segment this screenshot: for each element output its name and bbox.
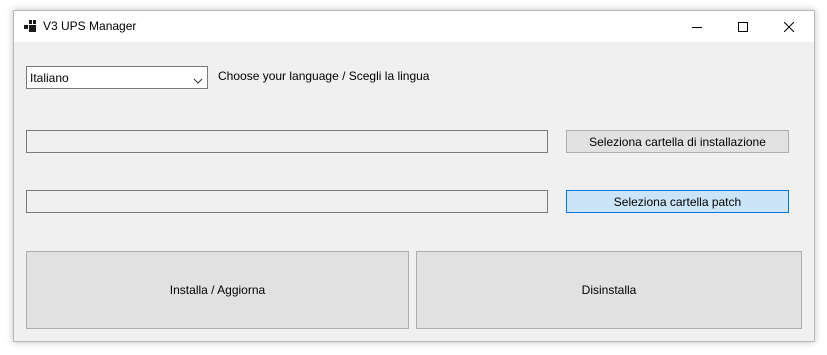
minimize-button[interactable] — [674, 11, 720, 42]
app-window: V3 UPS Manager Italiano Choose your lang… — [13, 10, 815, 342]
window-title: V3 UPS Manager — [43, 19, 137, 33]
uninstall-button[interactable]: Disinstalla — [416, 251, 802, 329]
app-icon — [24, 20, 36, 32]
minimize-icon — [692, 22, 702, 32]
select-install-folder-button[interactable]: Seleziona cartella di installazione — [566, 130, 789, 153]
maximize-button[interactable] — [720, 11, 766, 42]
install-update-button[interactable]: Installa / Aggiorna — [26, 251, 409, 329]
patch-folder-field[interactable] — [26, 190, 548, 213]
language-select[interactable]: Italiano — [26, 66, 208, 89]
close-button[interactable] — [766, 11, 812, 42]
language-label: Choose your language / Scegli la lingua — [218, 69, 430, 83]
install-folder-field[interactable] — [26, 130, 548, 153]
maximize-icon — [738, 21, 748, 32]
select-patch-folder-button[interactable]: Seleziona cartella patch — [566, 190, 789, 213]
language-select-value: Italiano — [30, 71, 69, 85]
chevron-down-icon — [193, 74, 203, 84]
title-bar[interactable]: V3 UPS Manager — [14, 11, 814, 42]
close-icon — [784, 21, 794, 32]
